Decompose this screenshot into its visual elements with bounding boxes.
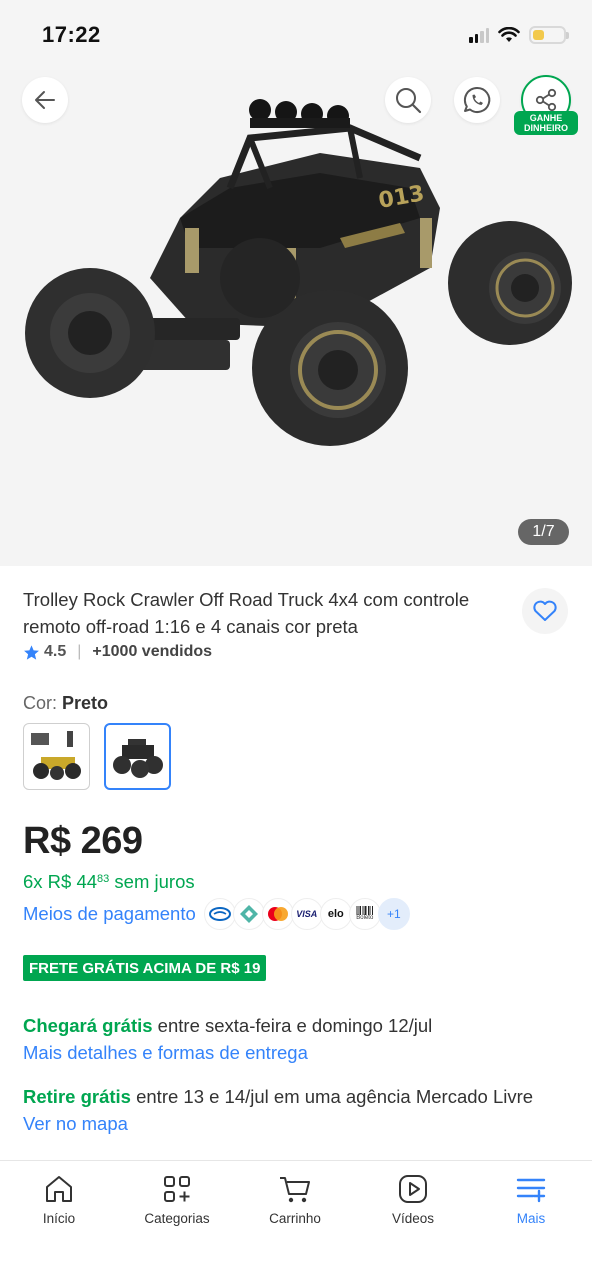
grid-plus-icon (164, 1176, 190, 1202)
share-icon (535, 88, 557, 112)
variant-thumbnail-black[interactable] (104, 723, 171, 790)
mastercard-icon (261, 898, 294, 930)
bottom-navigation: Início Categorias Carrinho Vídeos Mais (0, 1160, 592, 1280)
variant-image (30, 730, 81, 780)
wifi-icon (498, 27, 520, 42)
color-label: Cor: Preto (23, 693, 109, 713)
menu-plus-icon (516, 1178, 546, 1203)
battery-icon (529, 26, 569, 44)
view-map-link[interactable]: Ver no mapa (23, 1113, 128, 1135)
signal-icon (469, 27, 489, 43)
free-shipping-badge: FRETE GRÁTIS ACIMA DE R$ 19 (23, 955, 267, 981)
status-time: 17:22 (42, 22, 101, 47)
rating-row[interactable]: 4.5 | +1000 vendidos (23, 643, 212, 661)
back-button[interactable] (22, 77, 68, 123)
pix-icon (232, 898, 265, 930)
elo-icon: elo (319, 898, 352, 930)
mercado-pago-icon (203, 898, 236, 930)
status-icons (469, 26, 569, 44)
nav-item-videos[interactable]: Vídeos (358, 1173, 468, 1226)
play-icon (399, 1175, 427, 1203)
favorite-button[interactable] (522, 588, 568, 634)
product-image-rc-truck: 013 (25, 99, 572, 446)
nav-item-mais[interactable]: Mais (476, 1173, 586, 1226)
nav-item-inicio[interactable]: Início (4, 1173, 114, 1226)
product-gallery[interactable]: 013 GANHE DINHEIRO 1/7 (0, 70, 592, 566)
arrow-left-icon (35, 91, 55, 109)
search-icon (396, 88, 422, 114)
price: R$ 269 (23, 820, 143, 862)
sold-count: +1000 vendidos (92, 643, 213, 660)
boleto-icon: Boleto (348, 898, 381, 930)
product-title: Trolley Rock Crawler Off Road Truck 4x4 … (23, 589, 470, 637)
variant-thumbnail-gold[interactable] (23, 723, 90, 790)
pickup-info: Retire grátis entre 13 e 14/jul em uma a… (23, 1086, 534, 1107)
wheel (25, 268, 155, 398)
home-icon (46, 1176, 72, 1202)
status-bar: 17:22 (0, 0, 592, 70)
earn-money-badge[interactable]: GANHE DINHEIRO (514, 111, 578, 135)
color-value: Preto (62, 693, 109, 713)
delivery-details-link[interactable]: Mais detalhes e formas de entrega (23, 1042, 308, 1064)
rating-value: 4.5 (44, 643, 67, 660)
nav-item-carrinho[interactable]: Carrinho (240, 1173, 350, 1226)
image-counter: 1/7 (518, 519, 569, 545)
cart-icon (280, 1177, 310, 1203)
variant-image (112, 738, 163, 778)
whatsapp-icon (463, 86, 491, 113)
whatsapp-button[interactable] (454, 77, 500, 123)
installments: 6x R$ 4483 sem juros (23, 871, 195, 892)
search-button[interactable] (385, 77, 431, 123)
payment-methods-link[interactable]: Meios de pagamento (23, 903, 196, 925)
nav-item-categorias[interactable]: Categorias (122, 1173, 232, 1226)
heart-icon (533, 600, 557, 621)
divider: | (77, 643, 82, 660)
delivery-info: Chegará grátis entre sexta-feira e domin… (23, 1015, 433, 1036)
payment-methods-row[interactable]: Meios de pagamento VISA elo Boleto +1 (23, 898, 410, 930)
visa-icon: VISA (290, 898, 323, 930)
more-payment-badge[interactable]: +1 (377, 898, 410, 930)
star-icon (24, 644, 39, 660)
